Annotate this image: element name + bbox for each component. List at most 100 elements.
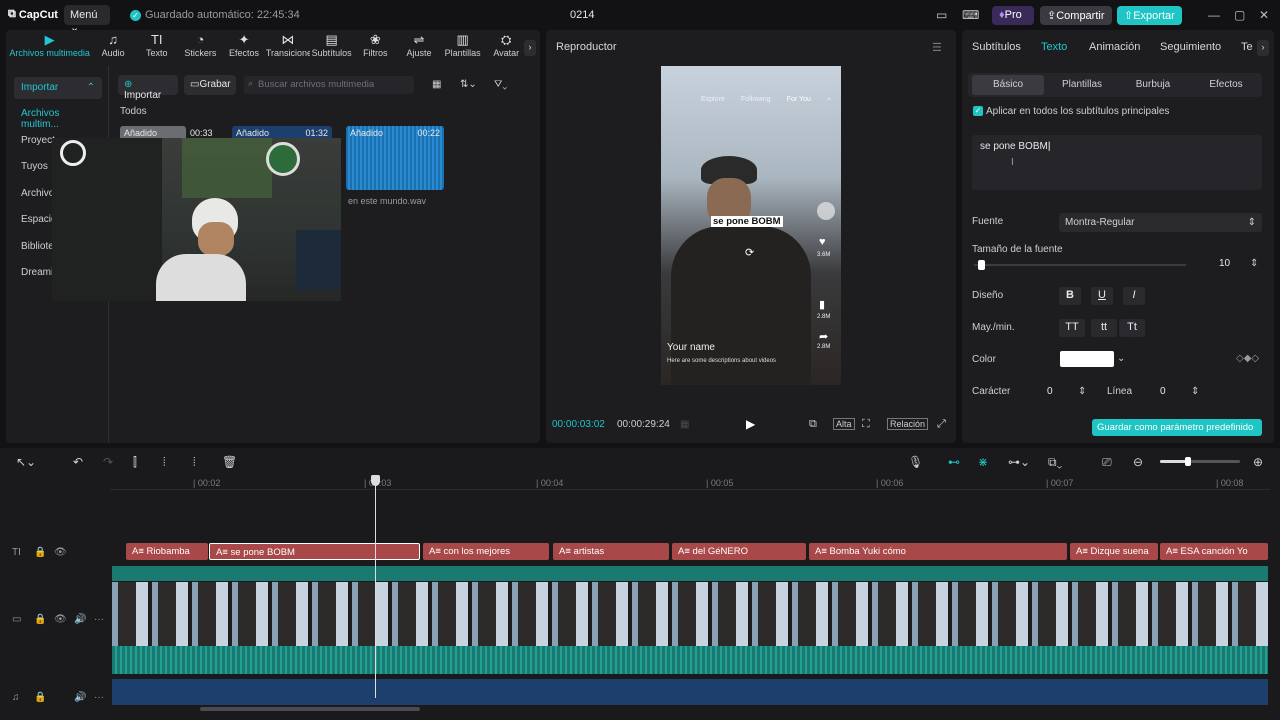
tab-animation[interactable]: Animación (1089, 41, 1140, 53)
speaker-icon[interactable]: 🔊 (74, 692, 86, 703)
font-size-slider-knob[interactable] (978, 260, 986, 270)
tool-9[interactable]: ▥ Plantillas (441, 32, 485, 64)
zoom-out-icon[interactable]: ⊖ (1133, 455, 1143, 469)
minimize-icon[interactable]: — (1208, 8, 1220, 22)
italic-button[interactable]: I (1123, 287, 1145, 305)
bold-button[interactable]: B (1059, 287, 1081, 305)
import-button[interactable]: ⊕ Importar (118, 75, 178, 101)
zoom-slider-knob[interactable] (1185, 457, 1191, 466)
eye-icon[interactable]: 👁 (54, 614, 67, 625)
tool-10[interactable]: ⛭ Avatar (484, 32, 528, 64)
playhead-handle[interactable] (371, 475, 380, 486)
caption-clip[interactable]: A≡ se pone BOBM (209, 543, 420, 560)
audio-waveform[interactable] (112, 646, 1268, 674)
lock-icon[interactable]: 🔒 (34, 547, 46, 558)
tool-8[interactable]: ⇌ Ajuste (397, 32, 441, 64)
preview-icon[interactable]: ⧉⌄ (1048, 455, 1062, 470)
split-icon[interactable]: ⫿ (133, 455, 137, 470)
sidebar-item-0[interactable]: Archivos multim... (14, 103, 102, 130)
caption-clip[interactable]: A≡ del GéNERO (672, 543, 806, 560)
filter-icon[interactable]: ⛛⌄ (494, 79, 507, 90)
video-caption[interactable]: se pone BOBM (711, 216, 783, 227)
fit-icon[interactable]: ⧉ (809, 418, 817, 431)
stepper-icon[interactable]: ⇕ (1191, 386, 1199, 397)
select-tool-icon[interactable]: ↖⌄ (16, 455, 36, 469)
menu-button[interactable]: Menú ⌄ (64, 5, 110, 34)
caption-clip[interactable]: A≡ artistas (553, 543, 669, 560)
link-clips-icon[interactable]: ⊷ (948, 455, 960, 469)
tab-tracking[interactable]: Seguimiento (1160, 41, 1221, 53)
tool-5[interactable]: ⋈Transiciones (266, 32, 310, 64)
pro-button[interactable]: ♦Pro (992, 6, 1034, 25)
text-input[interactable]: se pone BOBM| (972, 135, 1262, 190)
crop-icon[interactable]: ⛶ (862, 418, 870, 431)
stepper-icon[interactable]: ⇕ (1250, 258, 1258, 269)
sort-icon[interactable]: ⇅⌄ (460, 79, 477, 90)
toolbar-next-icon[interactable]: › (524, 40, 536, 56)
font-size-slider[interactable] (974, 264, 1186, 266)
subtab-effects[interactable]: Efectos (1190, 75, 1262, 95)
audio-clip[interactable] (112, 679, 1268, 705)
font-size-value[interactable]: 10 (1219, 258, 1230, 269)
caption-clip[interactable]: A≡ Riobamba (126, 543, 208, 560)
rotate-handle-icon[interactable]: ⟳ (745, 246, 754, 259)
tool-1[interactable]: ♫ Audio (91, 32, 135, 64)
audio-media-item[interactable]: Añadido 00:22 (346, 126, 444, 190)
uppercase-button[interactable]: TT (1059, 319, 1085, 337)
tool-3[interactable]: ◔ Stickers (179, 32, 223, 64)
color-swatch[interactable] (1060, 351, 1114, 367)
redo-icon[interactable]: ↷ (103, 455, 113, 469)
share-button[interactable]: ⇪Compartir (1040, 6, 1112, 25)
lowercase-button[interactable]: tt (1091, 319, 1117, 337)
char-spacing-value[interactable]: 0 (1047, 386, 1053, 397)
timeline-scrollbar[interactable] (200, 707, 420, 711)
underline-button[interactable]: U (1091, 287, 1113, 305)
search-input[interactable]: Buscar archivos multimedia (244, 76, 414, 94)
keyframe-icon[interactable]: ◇◆◇ (1236, 353, 1259, 364)
lock-icon[interactable]: 🔒 (34, 692, 46, 703)
eye-icon[interactable]: 👁 (54, 547, 67, 558)
caption-clip[interactable]: A≡ Dizque suena (1070, 543, 1158, 560)
tool-0[interactable]: ▶ Archivos multimedia (8, 32, 91, 64)
tab-subtitles[interactable]: Subtítulos (972, 41, 1021, 53)
subtab-bubble[interactable]: Burbuja (1117, 75, 1189, 95)
tool-2[interactable]: TI Texto (135, 32, 179, 64)
caption-icon[interactable]: ⎚ (1102, 455, 1112, 470)
undo-icon[interactable]: ↶ (73, 455, 83, 469)
microphone-icon[interactable]: 🎙 (908, 455, 923, 469)
tool-7[interactable]: ❀ Filtros (354, 32, 398, 64)
tool-6[interactable]: ▤ Subtítulos (310, 32, 354, 64)
zoom-in-icon[interactable]: ⊕ (1253, 455, 1263, 469)
record-button[interactable]: ▭Grabar (184, 75, 236, 95)
subtab-templates[interactable]: Plantillas (1046, 75, 1118, 95)
tabs-next-icon[interactable]: › (1257, 40, 1269, 56)
tab-more[interactable]: Te (1241, 41, 1253, 53)
trim-left-icon[interactable]: ⦙ (163, 455, 166, 470)
line-spacing-value[interactable]: 0 (1160, 386, 1166, 397)
save-preset-button[interactable]: Guardar como parámetro predefinido (1092, 419, 1262, 436)
layout-icon[interactable]: ▭ (936, 8, 947, 22)
chevron-down-icon[interactable]: ⌄ (1117, 353, 1125, 364)
shortcuts-icon[interactable]: ⌨ (962, 8, 979, 22)
tab-text[interactable]: Texto (1041, 41, 1067, 53)
quality-button[interactable]: Alta (833, 418, 855, 430)
caption-clip[interactable]: A≡ con los mejores (423, 543, 549, 560)
stepper-icon[interactable]: ⇕ (1078, 386, 1086, 397)
playhead[interactable] (375, 478, 376, 698)
snap-icon[interactable]: ⋇ (978, 455, 988, 469)
subtab-basic[interactable]: Básico (972, 75, 1044, 95)
sidebar-import[interactable]: Importar ⌃ (14, 77, 102, 99)
player-menu-icon[interactable]: ☰ (932, 41, 942, 54)
delete-icon[interactable]: 🗑 (222, 455, 237, 469)
play-icon[interactable]: ▶ (746, 417, 755, 431)
close-icon[interactable]: ✕ (1259, 8, 1269, 22)
more-icon[interactable]: ··· (94, 614, 104, 625)
apply-all-checkbox[interactable]: ✓ (973, 106, 983, 116)
video-preview[interactable]: Explore Following For You ⌕ se pone BOBM ⟳ … (661, 66, 841, 385)
speaker-icon[interactable]: 🔊 (74, 614, 86, 625)
maximize-icon[interactable]: ▢ (1234, 8, 1245, 22)
tool-4[interactable]: ✦ Efectos (222, 32, 266, 64)
font-select[interactable]: Montra-Regular ⇕ (1059, 213, 1262, 232)
link-icon[interactable]: ⊶⌄ (1008, 455, 1030, 469)
video-clip[interactable] (112, 582, 1268, 646)
